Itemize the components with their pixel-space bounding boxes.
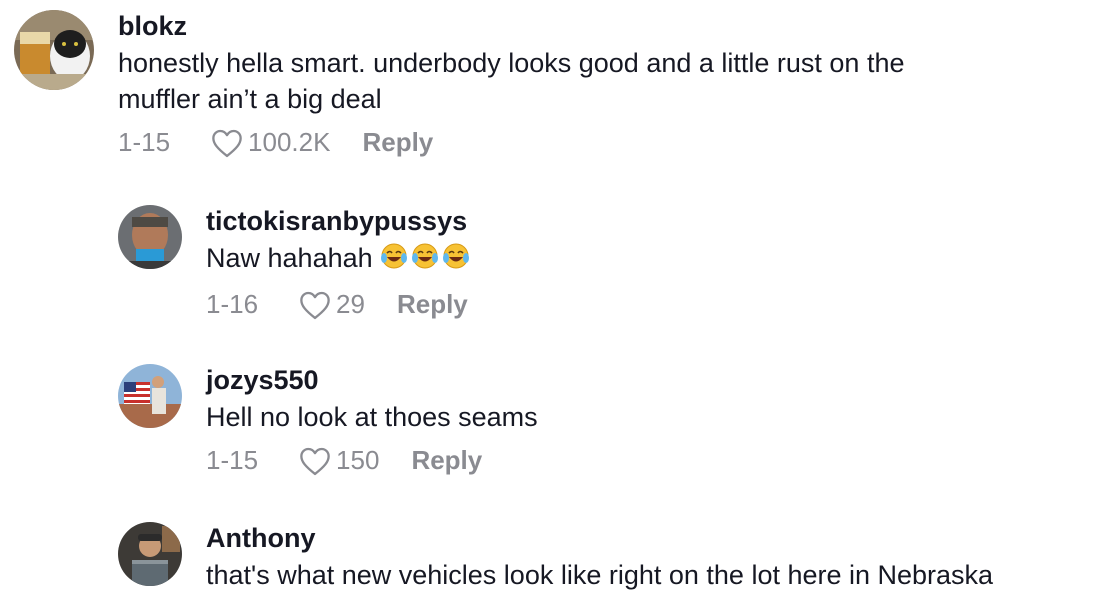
comment-meta: 1-15 100.2K Reply (118, 127, 904, 158)
comment-text: honestly hella smart. underbody looks go… (118, 45, 904, 117)
comment-text: Naw hahahah (206, 240, 470, 279)
reply-button[interactable]: Reply (362, 127, 433, 158)
comment-text-line: muffler ain’t a big deal (118, 84, 382, 114)
like-count: 100.2K (248, 127, 331, 157)
avatar[interactable] (118, 364, 182, 428)
comment-meta: 1-15 150 Reply (206, 445, 538, 476)
avatar[interactable] (14, 10, 94, 90)
comment-date: 1-15 (118, 127, 171, 157)
heart-icon (300, 447, 330, 475)
comment-date: 1-15 (206, 445, 259, 475)
comment-item: tictokisranbypussys Naw hahahah 1-16 29 … (118, 205, 470, 320)
comment-item: Anthony that's what new vehicles look li… (118, 522, 993, 593)
laughing-emoji-icon (380, 242, 470, 279)
heart-icon (300, 291, 330, 319)
comment-username[interactable]: jozys550 (206, 364, 538, 396)
comment-text-content: Naw hahahah (206, 243, 373, 273)
reply-button[interactable]: Reply (397, 289, 468, 320)
avatar[interactable] (118, 522, 182, 586)
comment-username[interactable]: tictokisranbypussys (206, 205, 470, 237)
like-button[interactable]: 29 (298, 289, 365, 320)
like-button[interactable]: 100.2K (210, 127, 330, 158)
like-count: 150 (336, 445, 380, 475)
comment-text: that's what new vehicles look like right… (206, 560, 994, 590)
like-button[interactable]: 150 (298, 445, 379, 476)
comment-username[interactable]: blokz (118, 10, 904, 42)
comment-body: blokz honestly hella smart. underbody lo… (118, 10, 904, 158)
comment-text-line: honestly hella smart. underbody looks go… (118, 48, 905, 78)
comment-body: tictokisranbypussys Naw hahahah 1-16 29 … (206, 205, 470, 320)
comment-body: Anthony that's what new vehicles look li… (206, 522, 993, 593)
heart-icon (212, 129, 242, 157)
like-count: 29 (336, 289, 365, 319)
comment-body: jozys550 Hell no look at thoes seams 1-1… (206, 364, 538, 476)
comment-item: blokz honestly hella smart. underbody lo… (14, 10, 904, 158)
comment-meta: 1-16 29 Reply (206, 289, 470, 320)
comment-username[interactable]: Anthony (206, 522, 993, 554)
comment-item: jozys550 Hell no look at thoes seams 1-1… (118, 364, 538, 476)
comment-date: 1-16 (206, 289, 259, 319)
avatar[interactable] (118, 205, 182, 269)
reply-button[interactable]: Reply (411, 445, 482, 476)
comment-text: Hell no look at thoes seams (206, 402, 538, 432)
